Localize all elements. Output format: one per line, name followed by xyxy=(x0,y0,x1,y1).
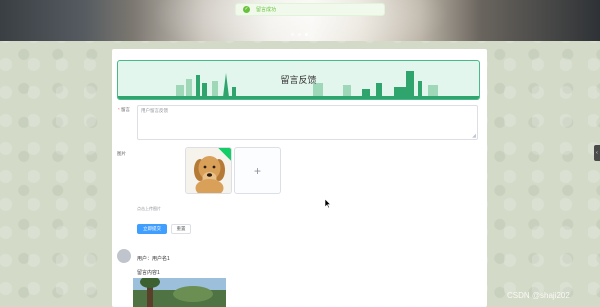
comment-content: 留言内容1 xyxy=(137,270,160,276)
message-placeholder: 用户留言反馈 xyxy=(141,108,168,113)
check-circle-icon: ✓ xyxy=(243,6,250,13)
mouse-cursor-icon xyxy=(325,199,331,208)
carousel-dot[interactable] xyxy=(291,33,294,36)
reset-button[interactable]: 重置 xyxy=(171,224,191,234)
page-title: 留言反馈 xyxy=(280,75,317,85)
plus-icon: + xyxy=(253,163,261,178)
carousel-banner[interactable]: ✓ 留言成功 xyxy=(0,0,600,41)
toast-message: 留言成功 xyxy=(256,7,277,13)
feedback-card: 留言反馈 * 留言 用户留言反馈 ◢ 图片 + 点击上传图片 立即提交 重置 用… xyxy=(112,49,487,307)
side-toggle-button[interactable]: ‹ xyxy=(594,145,600,161)
image-label: 图片 xyxy=(117,151,126,156)
success-toast: ✓ 留言成功 xyxy=(235,3,385,16)
landscape-photo xyxy=(133,278,226,307)
upload-image-button[interactable]: + xyxy=(234,147,281,194)
uploaded-image-thumbnail[interactable] xyxy=(185,147,232,194)
chevron-left-icon: ‹ xyxy=(596,150,598,156)
message-textarea[interactable]: 用户留言反馈 ◢ xyxy=(137,105,478,140)
watermark: CSDN @shaji202 xyxy=(507,291,570,300)
message-label-text: 留言 xyxy=(121,107,131,112)
resize-handle-icon[interactable]: ◢ xyxy=(472,133,476,139)
comment-username: 用户：用户名1 xyxy=(137,256,170,262)
avatar xyxy=(117,249,131,263)
carousel-indicators xyxy=(291,33,308,36)
header-banner: 留言反馈 xyxy=(117,60,480,100)
submit-button[interactable]: 立即提交 xyxy=(137,224,167,234)
upload-hint: 点击上传图片 xyxy=(137,206,161,211)
comment-image[interactable] xyxy=(133,278,226,307)
carousel-dot[interactable] xyxy=(298,33,301,36)
message-label: * 留言 xyxy=(118,107,130,113)
required-mark: * xyxy=(118,107,120,112)
carousel-dot-active[interactable] xyxy=(305,33,308,36)
